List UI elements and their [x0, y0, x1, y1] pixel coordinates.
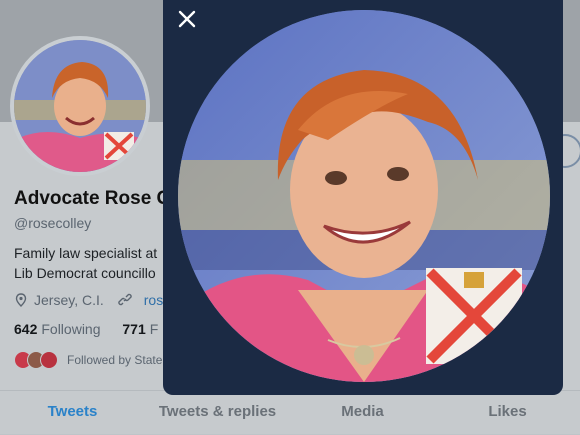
tab-tweets-replies[interactable]: Tweets & replies: [145, 391, 290, 435]
profile-tabs: Tweets Tweets & replies Media Likes: [0, 390, 580, 435]
following-stat[interactable]: 642 Following: [14, 321, 101, 337]
following-label: Following: [41, 321, 101, 337]
close-button[interactable]: [176, 8, 198, 30]
enlarged-avatar-image: [178, 10, 550, 382]
enlarged-avatar: [178, 10, 550, 382]
following-count: 642: [14, 321, 38, 337]
followed-by[interactable]: Followed by State: [14, 351, 162, 369]
close-icon: [178, 10, 196, 28]
follow-counts: 642 Following 771 F: [14, 321, 158, 337]
display-name: Advocate Rose C: [14, 188, 171, 209]
followers-label: F: [149, 321, 159, 337]
link-icon: [118, 293, 132, 307]
followers-stat[interactable]: 771 F: [122, 321, 158, 337]
profile-meta: Jersey, C.I. rose: [14, 292, 171, 308]
avatar-image: [14, 40, 146, 172]
location-icon: [14, 293, 28, 307]
profile-avatar[interactable]: [10, 36, 150, 176]
followers-count: 771: [122, 321, 146, 337]
followed-by-text: Followed by State: [67, 353, 163, 367]
follower-avatar: [40, 351, 58, 369]
tab-media[interactable]: Media: [290, 391, 435, 435]
location-text: Jersey, C.I.: [34, 292, 104, 308]
tab-likes[interactable]: Likes: [435, 391, 580, 435]
profile-handle: @rosecolley: [14, 215, 92, 231]
tab-tweets[interactable]: Tweets: [0, 391, 145, 435]
